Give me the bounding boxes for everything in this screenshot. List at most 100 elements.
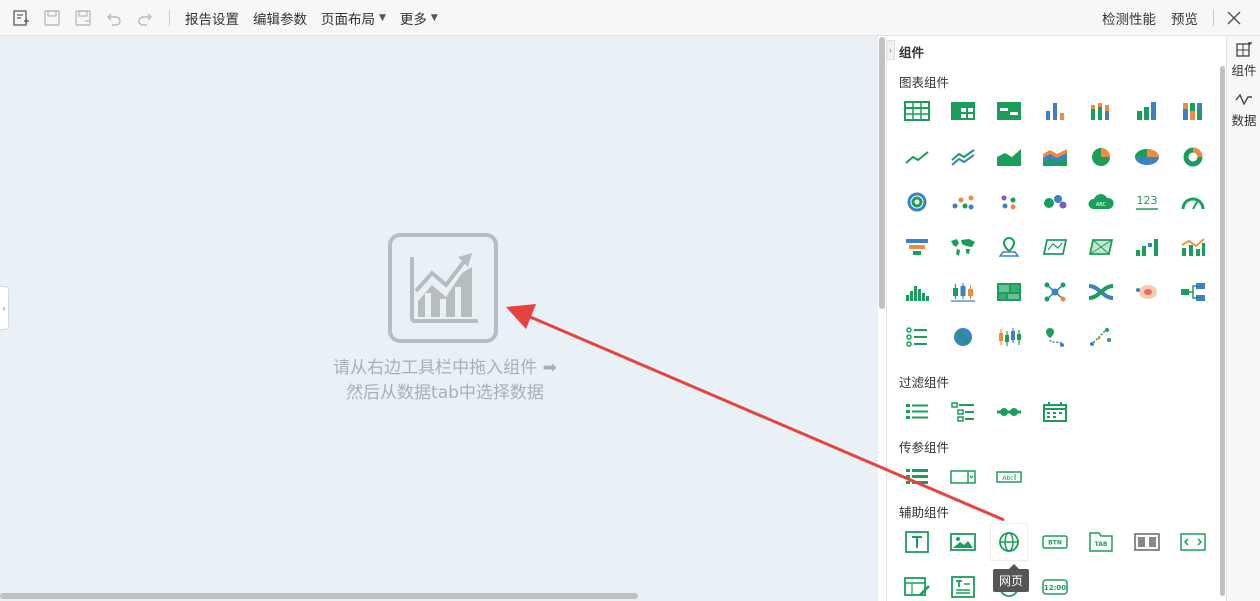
panel-title: 组件 <box>899 45 925 60</box>
percent-stacked-bar-icon[interactable] <box>1175 93 1211 129</box>
point-map-icon[interactable] <box>991 229 1027 265</box>
pie-chart-icon[interactable] <box>1083 139 1119 175</box>
split-frame-component-icon[interactable] <box>1129 524 1165 560</box>
image-component-icon[interactable] <box>945 524 981 560</box>
candlestick-chart-icon[interactable] <box>991 319 1027 355</box>
carousel-component-icon[interactable] <box>1175 524 1211 560</box>
left-panel-expand-handle[interactable]: › <box>0 286 9 330</box>
text-input-param-icon[interactable]: Abc <box>991 459 1027 495</box>
timeline-list-icon[interactable] <box>899 319 935 355</box>
area-chart-icon[interactable] <box>991 139 1027 175</box>
panel-collapse-toggle[interactable]: › <box>886 40 895 60</box>
webpage-tooltip: 网页 <box>993 564 1030 592</box>
panel-vertical-scrollbar[interactable] <box>1220 66 1225 596</box>
toolbar-right: 检测性能 预览 <box>1102 0 1260 36</box>
new-report-icon[interactable] <box>11 8 31 28</box>
toolbar-divider <box>1213 10 1214 26</box>
section-aux-components: 辅助组件 <box>899 505 950 520</box>
kpi-number-icon[interactable]: 123 <box>1129 184 1165 220</box>
svg-text:ABC: ABC <box>1096 202 1107 208</box>
section-param-components: 传参组件 <box>899 440 950 455</box>
section-filter-components: 过滤组件 <box>899 375 950 390</box>
side-tab-bar: 组件 数据 <box>1226 36 1260 601</box>
button-component-icon[interactable]: BTN <box>1037 524 1073 560</box>
text-component-icon[interactable] <box>899 524 935 560</box>
clock-component-icon[interactable]: 12:00 <box>1037 569 1073 601</box>
canvas-vertical-scrollbar[interactable] <box>879 37 885 309</box>
route-map-icon[interactable] <box>1037 319 1073 355</box>
check-performance-button[interactable]: 检测性能 <box>1102 8 1156 28</box>
donut-chart-icon[interactable] <box>1175 139 1211 175</box>
stacked-bar-chart-icon[interactable] <box>1083 93 1119 129</box>
tab-component-icon[interactable]: TAB <box>1083 524 1119 560</box>
rich-text-component-icon[interactable] <box>945 569 981 601</box>
webpage-component-icon[interactable] <box>991 524 1027 560</box>
data-icon <box>1235 93 1252 106</box>
multi-line-chart-icon[interactable] <box>945 139 981 175</box>
tree-filter-icon[interactable] <box>945 394 981 430</box>
cross-table-icon[interactable] <box>991 93 1027 129</box>
histogram-icon[interactable] <box>899 274 935 310</box>
network-graph-icon[interactable] <box>1037 274 1073 310</box>
heat-map-icon[interactable] <box>1083 229 1119 265</box>
line-chart-icon[interactable] <box>899 139 935 175</box>
menu-more[interactable]: 更多 ▼ <box>400 8 438 28</box>
menu-page-layout[interactable]: 页面布局 ▼ <box>321 8 386 28</box>
save-icon[interactable] <box>42 8 62 28</box>
ring-chart-icon[interactable] <box>899 184 935 220</box>
area-map-icon[interactable] <box>1037 229 1073 265</box>
svg-text:BTN: BTN <box>1048 540 1062 547</box>
redo-icon[interactable] <box>135 8 155 28</box>
word-cloud-icon[interactable]: ABC <box>1083 184 1119 220</box>
dropdown-param-icon[interactable] <box>945 459 981 495</box>
stacked-area-chart-icon[interactable] <box>1037 139 1073 175</box>
box-plot-icon[interactable] <box>945 274 981 310</box>
close-icon[interactable] <box>1226 10 1242 26</box>
list-filter-icon[interactable] <box>899 394 935 430</box>
svg-text:TAB: TAB <box>1095 541 1108 548</box>
scatter-chart-icon[interactable] <box>945 184 981 220</box>
horizontal-scrollbar[interactable] <box>0 593 638 599</box>
undo-icon[interactable] <box>104 8 124 28</box>
step-bar-chart-icon[interactable] <box>1129 229 1165 265</box>
component-panel: 组件 图表组件 ABC 123 过滤组件 传参组件 Abc 辅助组件 BTN T… <box>886 36 1226 601</box>
bubble-chart-icon[interactable] <box>1037 184 1073 220</box>
table-component-icon[interactable] <box>899 93 935 129</box>
toolbar-divider <box>169 9 170 26</box>
globe-chart-icon[interactable] <box>945 319 981 355</box>
grouped-table-icon[interactable] <box>945 93 981 129</box>
editable-table-icon[interactable] <box>899 569 935 601</box>
tree-chart-icon[interactable] <box>1175 274 1211 310</box>
menu-edit-params[interactable]: 编辑参数 <box>253 8 307 28</box>
combo-chart-icon[interactable] <box>1175 229 1211 265</box>
svg-text:Abc: Abc <box>1002 475 1013 482</box>
sankey-chart-icon[interactable] <box>1083 274 1119 310</box>
chevron-down-icon: ▼ <box>430 12 438 23</box>
funnel-chart-icon[interactable] <box>899 229 935 265</box>
list-param-icon[interactable] <box>899 459 935 495</box>
report-canvas[interactable]: › 请从右边工具栏中拖入组件 ➡ 然后从数据tab中选择数据 <box>0 36 878 601</box>
top-toolbar: 报告设置 编辑参数 页面布局 ▼ 更多 ▼ 检测性能 预览 <box>0 0 1260 36</box>
component-icon <box>1236 42 1252 57</box>
gauge-chart-icon[interactable] <box>1175 184 1211 220</box>
save-as-icon[interactable] <box>73 8 93 28</box>
scatter-small-icon[interactable] <box>991 184 1027 220</box>
menu-report-settings[interactable]: 报告设置 <box>185 8 239 28</box>
arrow-right-icon: ➡ <box>542 358 557 378</box>
preview-button[interactable]: 预览 <box>1171 8 1198 28</box>
bar-chart-alt-icon[interactable] <box>1129 93 1165 129</box>
world-map-icon[interactable] <box>945 229 981 265</box>
heat-point-map-icon[interactable] <box>1129 274 1165 310</box>
pie-3d-chart-icon[interactable] <box>1129 139 1165 175</box>
bar-chart-icon[interactable] <box>1037 93 1073 129</box>
chevron-down-icon: ▼ <box>379 12 386 23</box>
date-filter-icon[interactable] <box>1037 394 1073 430</box>
side-tab-components[interactable]: 组件 <box>1227 42 1260 79</box>
treemap-icon[interactable] <box>991 274 1027 310</box>
range-slider-filter-icon[interactable] <box>991 394 1027 430</box>
empty-canvas-hint: 请从右边工具栏中拖入组件 ➡ 然后从数据tab中选择数据 <box>333 358 557 403</box>
flow-map-icon[interactable] <box>1083 319 1119 355</box>
side-tab-data[interactable]: 数据 <box>1227 92 1260 129</box>
svg-text:123: 123 <box>1137 194 1158 207</box>
chart-placeholder-icon <box>388 233 498 343</box>
